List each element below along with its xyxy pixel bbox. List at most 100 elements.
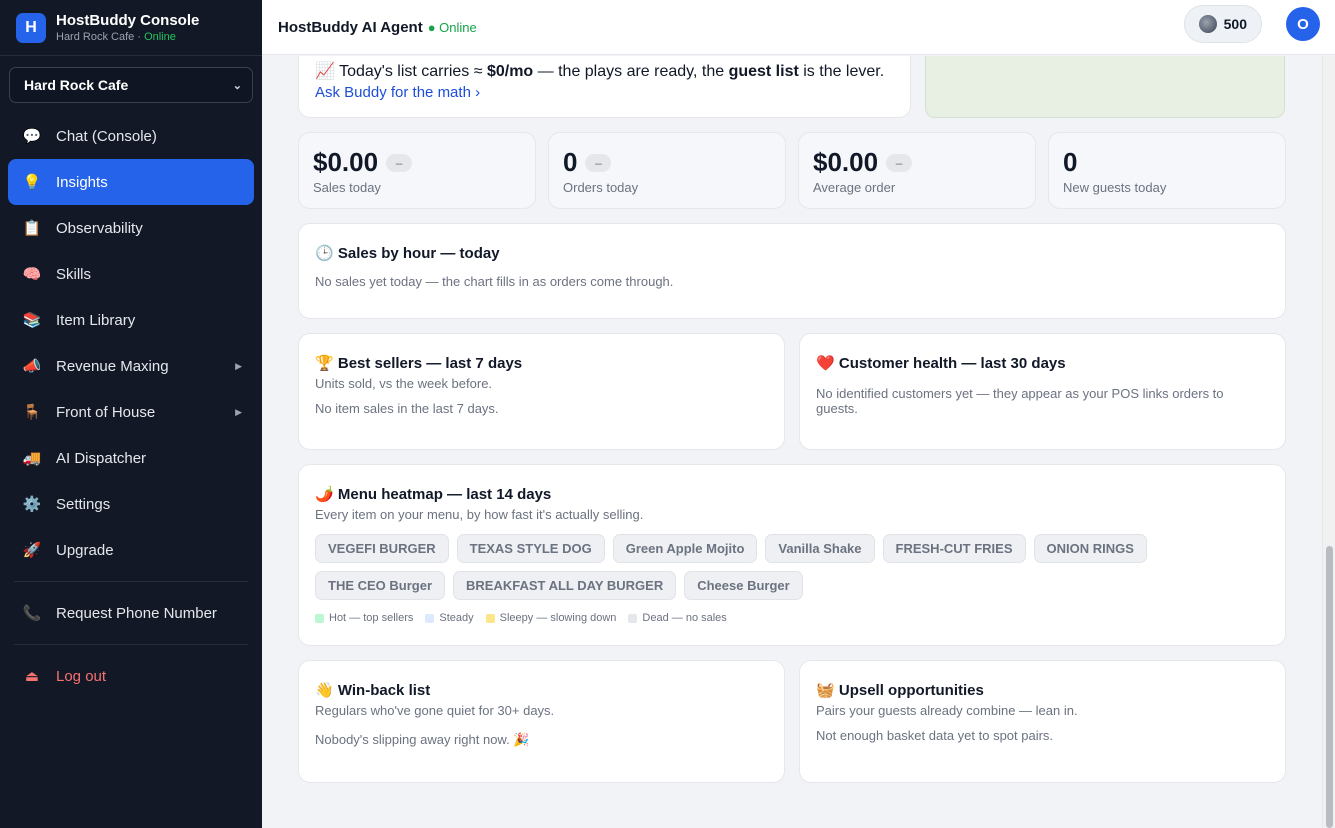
- stat-sales-today: $0.00– Sales today: [298, 132, 536, 209]
- legend-label: Sleepy — slowing down: [499, 612, 617, 624]
- heatmap-item[interactable]: Green Apple Mojito: [612, 534, 758, 563]
- legend-item-steady: Steady: [425, 612, 474, 624]
- avatar[interactable]: O: [1286, 7, 1320, 41]
- stat-number: 0: [563, 147, 578, 177]
- sidebar-item-label: Front of House: [56, 403, 156, 421]
- card-subtitle: Regulars who've gone quiet for 30+ days.: [315, 703, 555, 718]
- coin-icon: [1198, 15, 1217, 33]
- brand-logo: H: [16, 12, 46, 43]
- insights-main: 📈 Today's list carries ≈ $0/mo — the pla…: [262, 56, 1322, 828]
- card-title-text: Win-back list: [337, 682, 431, 699]
- green-panel: [925, 56, 1285, 118]
- topbar: HostBuddy AI Agent ● Online 500 O: [262, 0, 1335, 55]
- sidebar-item-label: Skills: [56, 265, 92, 283]
- lever-prefix: Today's list carries ≈: [339, 63, 487, 80]
- sidebar-item-label: Observability: [56, 219, 143, 237]
- logout-icon: ⏏: [24, 668, 40, 685]
- heatmap-item[interactable]: TEXAS STYLE DOG: [456, 534, 605, 563]
- sidebar-item-request-phone[interactable]: 📞 Request Phone Number: [8, 590, 254, 636]
- card-title: 🏆 Best sellers — last 7 days: [315, 354, 768, 372]
- stat-number: 0: [1063, 147, 1078, 177]
- agent-status: ● Online: [427, 19, 477, 35]
- sidebar-item-label: Revenue Maxing: [56, 357, 169, 375]
- scrollbar-thumb[interactable]: [1326, 546, 1333, 828]
- brand-header[interactable]: H HostBuddy Console Hard Rock Cafe · Onl…: [0, 0, 262, 56]
- heatmap-item[interactable]: VEGEFI BURGER: [315, 534, 449, 563]
- heatmap-item[interactable]: ONION RINGS: [1033, 534, 1147, 563]
- sidebar-item-front-of-house[interactable]: 🪑 Front of House ▶: [8, 389, 254, 435]
- menu-heatmap-card: 🌶️ Menu heatmap — last 14 days Every ite…: [298, 464, 1286, 646]
- sidebar-item-label: Upgrade: [56, 541, 114, 559]
- lever-emphasis: guest list: [728, 63, 799, 80]
- credits-value: 500: [1223, 16, 1247, 32]
- sidebar-item-label: Insights: [56, 173, 108, 191]
- gear-icon: ⚙️: [22, 496, 42, 513]
- brand-separator: ·: [137, 30, 141, 43]
- sidebar-divider: [14, 644, 248, 645]
- card-title-text: Best sellers — last 7 days: [337, 355, 523, 372]
- brand-subtitle: Hard Rock Cafe · Online: [56, 30, 199, 44]
- heatmap-item[interactable]: BREAKFAST ALL DAY BURGER: [453, 571, 677, 600]
- best-sellers-card: 🏆 Best sellers — last 7 days Units sold,…: [298, 333, 785, 450]
- legend-swatch: [315, 613, 324, 623]
- heatmap-item[interactable]: Vanilla Shake: [765, 534, 875, 563]
- customer-health-card: ❤️ Customer health — last 30 days No ide…: [799, 333, 1286, 450]
- legend-swatch: [485, 613, 495, 623]
- card-title: 🧺 Upsell opportunities: [816, 681, 1269, 699]
- stat-label: Sales today: [313, 180, 381, 195]
- brand-text: HostBuddy Console Hard Rock Cafe · Onlin…: [56, 12, 199, 44]
- stat-label: New guests today: [1063, 180, 1167, 195]
- sidebar-divider: [14, 581, 248, 582]
- sidebar-item-label: AI Dispatcher: [56, 449, 147, 467]
- heatmap-item[interactable]: FRESH-CUT FRIES: [882, 534, 1026, 563]
- sidebar-item-ai-dispatcher[interactable]: 🚚 AI Dispatcher: [8, 435, 254, 481]
- basket-icon: 🧺: [816, 682, 835, 699]
- sidebar-item-insights[interactable]: 💡 Insights: [8, 159, 254, 205]
- legend-item-sleepy: Sleepy — slowing down: [485, 612, 617, 624]
- rocket-icon: 🚀: [22, 542, 42, 559]
- stat-number: $0.00: [313, 147, 379, 177]
- heatmap-item[interactable]: Cheese Burger: [684, 571, 803, 600]
- sidebar-item-revenue-maxing[interactable]: 📣 Revenue Maxing ▶: [8, 343, 254, 389]
- clock-icon: 🕒: [315, 245, 334, 262]
- stat-label: Orders today: [563, 180, 639, 195]
- stat-value: 0: [1063, 147, 1271, 178]
- sidebar-item-label: Settings: [56, 495, 111, 513]
- upsell-card: 🧺 Upsell opportunities Pairs your guests…: [799, 660, 1286, 783]
- trophy-icon: 🏆: [315, 355, 334, 372]
- sidebar-item-label: Chat (Console): [56, 127, 157, 145]
- sidebar-item-upgrade[interactable]: 🚀 Upgrade: [8, 527, 254, 573]
- lever-card: 📈 Today's list carries ≈ $0/mo — the pla…: [298, 56, 911, 118]
- stat-delta-badge: –: [886, 153, 913, 172]
- legend-label: Hot — top sellers: [329, 612, 414, 624]
- empty-state: No item sales in the last 7 days.: [315, 401, 499, 416]
- megaphone-icon: 📣: [22, 358, 42, 375]
- empty-state: No identified customers yet — they appea…: [816, 386, 1224, 416]
- credits-badge[interactable]: 500: [1183, 5, 1262, 43]
- clipboard-icon: 📋: [22, 220, 42, 237]
- chili-icon: 🌶️: [315, 486, 334, 503]
- legend-label: Dead — no sales: [642, 612, 727, 624]
- legend-swatch: [425, 613, 435, 623]
- main-scrollbar[interactable]: [1322, 56, 1335, 828]
- sidebar-item-chat[interactable]: 💬 Chat (Console): [8, 113, 254, 159]
- sidebar-item-label: Request Phone Number: [56, 604, 217, 622]
- sidebar-item-settings[interactable]: ⚙️ Settings: [8, 481, 254, 527]
- heatmap-item[interactable]: THE CEO Burger: [315, 571, 446, 600]
- card-title: ❤️ Customer health — last 30 days: [816, 354, 1269, 372]
- wave-icon: 👋: [315, 682, 334, 699]
- heatmap-legend: Hot — top sellers Steady Sleepy — slowin…: [315, 612, 1269, 624]
- stat-value: 0–: [563, 147, 771, 178]
- heatmap-items: VEGEFI BURGER TEXAS STYLE DOG Green Appl…: [315, 534, 1255, 608]
- stat-number: $0.00: [813, 147, 879, 177]
- sidebar-item-observability[interactable]: 📋 Observability: [8, 205, 254, 251]
- ask-buddy-link[interactable]: Ask Buddy for the math ›: [315, 84, 894, 101]
- lever-suffix: is the lever.: [798, 63, 885, 80]
- lever-middle: — the plays are ready, the: [533, 63, 729, 80]
- venue-select[interactable]: Hard Rock Cafe ⌄: [9, 67, 253, 103]
- logout-button[interactable]: ⏏ Log out: [8, 653, 254, 699]
- card-subtitle: Every item on your menu, by how fast it'…: [315, 507, 644, 522]
- sidebar-item-skills[interactable]: 🧠 Skills: [8, 251, 254, 297]
- card-title-text: Customer health — last 30 days: [838, 355, 1066, 372]
- sidebar-item-item-library[interactable]: 📚 Item Library: [8, 297, 254, 343]
